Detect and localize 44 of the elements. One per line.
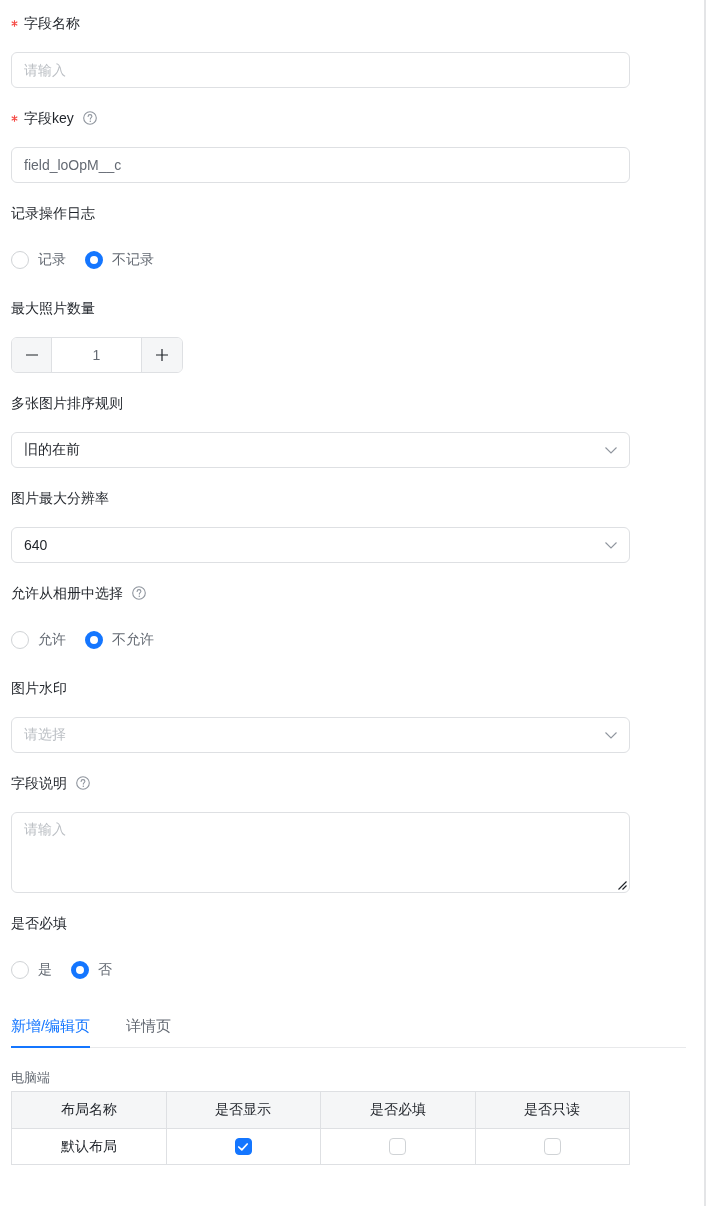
radio-option[interactable]: 允许 [11,631,66,649]
radio-option[interactable]: 是 [11,961,52,979]
help-icon[interactable] [132,586,146,600]
radio-circle-icon[interactable] [85,251,103,269]
field-label: 最大照片数量 [11,299,95,318]
text-field[interactable]: field_loOpM__c [11,147,630,183]
radio-option[interactable]: 记录 [11,251,66,269]
radio-circle-icon[interactable] [71,961,89,979]
radio-option[interactable]: 不允许 [85,631,154,649]
field-label: 图片水印 [11,679,67,698]
field-label: 是否必填 [11,914,67,933]
table-header-cell: 是否只读 [475,1091,630,1129]
field-label: 允许从相册中选择 [11,584,123,603]
help-icon[interactable] [82,111,97,125]
field-label: 字段说明 [11,774,67,793]
chevron-down-icon [605,541,617,549]
table-header-cell: 是否显示 [166,1091,321,1129]
tab[interactable]: 详情页 [126,1007,172,1048]
checkbox[interactable] [234,1138,252,1156]
increment-button[interactable] [141,338,182,372]
radio-circle-icon[interactable] [85,631,103,649]
field-label: 字段key [24,109,74,128]
tab[interactable]: 新增/编辑页 [11,1007,91,1048]
field-label: 图片最大分辨率 [11,489,109,508]
checkmark-icon [238,1142,249,1151]
resize-handle-icon[interactable] [618,881,627,890]
select-field[interactable]: 旧的在前 [11,432,630,468]
help-icon[interactable] [76,776,90,790]
number-stepper[interactable]: 1 [11,337,183,373]
field-label: 记录操作日志 [11,204,95,223]
plus-icon [156,349,168,361]
text-field[interactable]: 请输入 [11,52,630,88]
table-caption: 电脑端 [11,1069,50,1087]
chevron-down-icon [605,731,617,739]
radio-option[interactable]: 不记录 [85,251,154,269]
field-label: 字段名称 [24,14,80,33]
textarea-field[interactable]: 请输入 [11,812,630,893]
radio-option[interactable]: 否 [71,961,112,979]
table-cell: 默认布局 [11,1128,166,1165]
chevron-down-icon [605,446,617,454]
table-header-cell: 是否必填 [320,1091,475,1129]
table-header-cell: 布局名称 [11,1091,166,1129]
field-label: 多张图片排序规则 [11,394,123,413]
select-field[interactable]: 640 [11,527,630,563]
